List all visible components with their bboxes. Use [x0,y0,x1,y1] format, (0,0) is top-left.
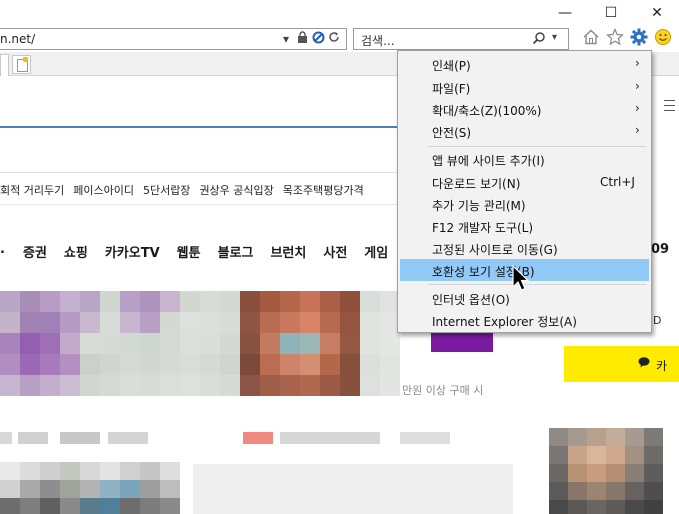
speech-bubble-icon [638,357,650,371]
maximize-icon: ☐ [604,5,618,21]
nav-item[interactable]: 사전 [323,242,347,261]
ad-text: 만원 이상 구매 시 [402,384,484,397]
title-bar: — ☐ ✕ [0,0,679,27]
blurred-text [60,432,100,444]
nav-item[interactable]: 쇼핑 [64,242,88,261]
divider [0,172,400,173]
address-bar[interactable]: n.net/ ▾ [0,28,347,50]
keyword-link[interactable]: 5단서랍장 [143,184,190,197]
lock-icon[interactable] [295,31,309,47]
menu-lines-icon[interactable] [660,96,679,116]
menu-item-shortcut: Ctrl+J [600,175,635,189]
keyword-link[interactable]: 회적 거리두기 [0,184,64,197]
menu-item-label: F12 개발자 도구(L) [432,221,534,235]
menu-item-label: 인터넷 옵션(O) [432,293,510,307]
search-icon[interactable] [532,31,546,48]
blurred-text [0,432,12,444]
minimize-button[interactable]: — [548,0,582,27]
nav-item[interactable]: . [0,242,6,257]
menu-separator [428,284,646,285]
menu-item-label: Internet Explorer 정보(A) [432,315,577,329]
new-tab-button[interactable] [12,55,31,74]
kakao-login-label: 카 [656,359,668,373]
nav-item[interactable]: 웹툰 [177,242,201,261]
nav-item[interactable]: 브런치 [270,242,306,261]
search-dropdown-icon[interactable]: ▾ [552,32,557,43]
address-url[interactable]: n.net/ [0,32,35,46]
blurred-text [193,464,513,514]
smiley-feedback-icon[interactable] [653,28,673,48]
menu-separator [428,146,646,147]
menu-item-label: 안전(S) [432,126,472,140]
refresh-icon[interactable] [327,31,341,47]
blurred-text [108,432,148,444]
nav-item[interactable]: 블로그 [218,242,254,261]
menu-item-label: 파일(F) [432,82,471,96]
close-button[interactable]: ✕ [640,0,674,27]
partial-text: D [653,314,662,327]
favorites-star-icon[interactable] [605,28,625,48]
search-input[interactable]: 검색... [361,32,395,49]
blurred-text [400,432,450,444]
divider [0,204,400,205]
blurred-text [18,432,48,444]
dropdown-icon[interactable]: ▾ [279,31,293,47]
menu-item-label: 추가 기능 관리(M) [432,199,526,213]
submenu-arrow-icon: › [635,123,640,137]
menu-item-label: 인쇄(P) [432,59,471,73]
keyword-link[interactable]: 페이스아이디 [73,184,134,197]
close-icon: ✕ [651,5,663,21]
compatibility-view-icon[interactable] [311,31,325,47]
blurred-text [280,432,380,444]
keyword-link[interactable]: 권상우 공식입장 [199,184,273,197]
mouse-cursor-icon [512,264,532,295]
menu-item-label: 확대/축소(Z)(100%) [432,104,542,118]
search-box[interactable]: 검색... ▾ [353,28,569,50]
menu-item-manage-add-ons[interactable]: 추가 기능 관리(M) [400,193,649,215]
menu-item-label: 고정된 사이트로 이동(G) [432,243,558,257]
blurred-thumbnail[interactable] [549,428,663,514]
submenu-arrow-icon: › [635,79,640,93]
keyword-link[interactable]: 목조주택평당가격 [283,184,364,197]
menu-item-label: 다운로드 보기(N) [432,177,521,191]
minimize-icon: — [558,5,572,21]
kakao-login-button[interactable]: 카 [564,346,679,382]
nav-item[interactable]: 게임 [364,242,388,261]
nav-item[interactable]: 카카오TV [105,242,160,261]
address-row: n.net/ ▾ 검색... ▾ [0,27,679,52]
blurred-thumbnail[interactable] [0,462,180,514]
partial-text: 09 [651,242,670,257]
submenu-arrow-icon: › [635,56,640,70]
home-icon[interactable] [581,28,601,48]
menu-item-label: 앱 뷰에 사이트 추가(I) [432,154,545,168]
menu-item-file[interactable]: 파일(F) › [400,76,649,98]
menu-item-add-site-to-apps[interactable]: 앱 뷰에 사이트 추가(I) [400,148,649,170]
tools-gear-icon[interactable] [629,28,649,48]
menu-item-about-internet-explorer[interactable]: Internet Explorer 정보(A) [400,309,649,331]
menu-item-go-to-pinned-sites[interactable]: 고정된 사이트로 이동(G) [400,237,649,259]
search-field-underline [0,126,400,128]
blurred-banner-image[interactable] [0,291,400,396]
submenu-arrow-icon: › [635,101,640,115]
trending-keywords: 회적 거리두기 페이스아이디 5단서랍장 권상우 공식입장 목조주택평당가격 [0,182,400,198]
menu-item-print[interactable]: 인쇄(P) › [400,53,649,75]
menu-item-view-downloads[interactable]: 다운로드 보기(N) Ctrl+J [400,171,649,193]
menu-item-f12-developer-tools[interactable]: F12 개발자 도구(L) [400,215,649,237]
nav-item[interactable]: 증권 [23,242,47,261]
menu-item-zoom[interactable]: 확대/축소(Z)(100%) › [400,98,649,120]
service-nav: . 증권 쇼핑 카카오TV 웹툰 블로그 브런치 사전 게임 [0,242,400,261]
maximize-button[interactable]: ☐ [594,0,628,27]
tab-active[interactable] [0,54,9,76]
blurred-text [243,432,273,444]
menu-item-safety[interactable]: 안전(S) › [400,120,649,142]
